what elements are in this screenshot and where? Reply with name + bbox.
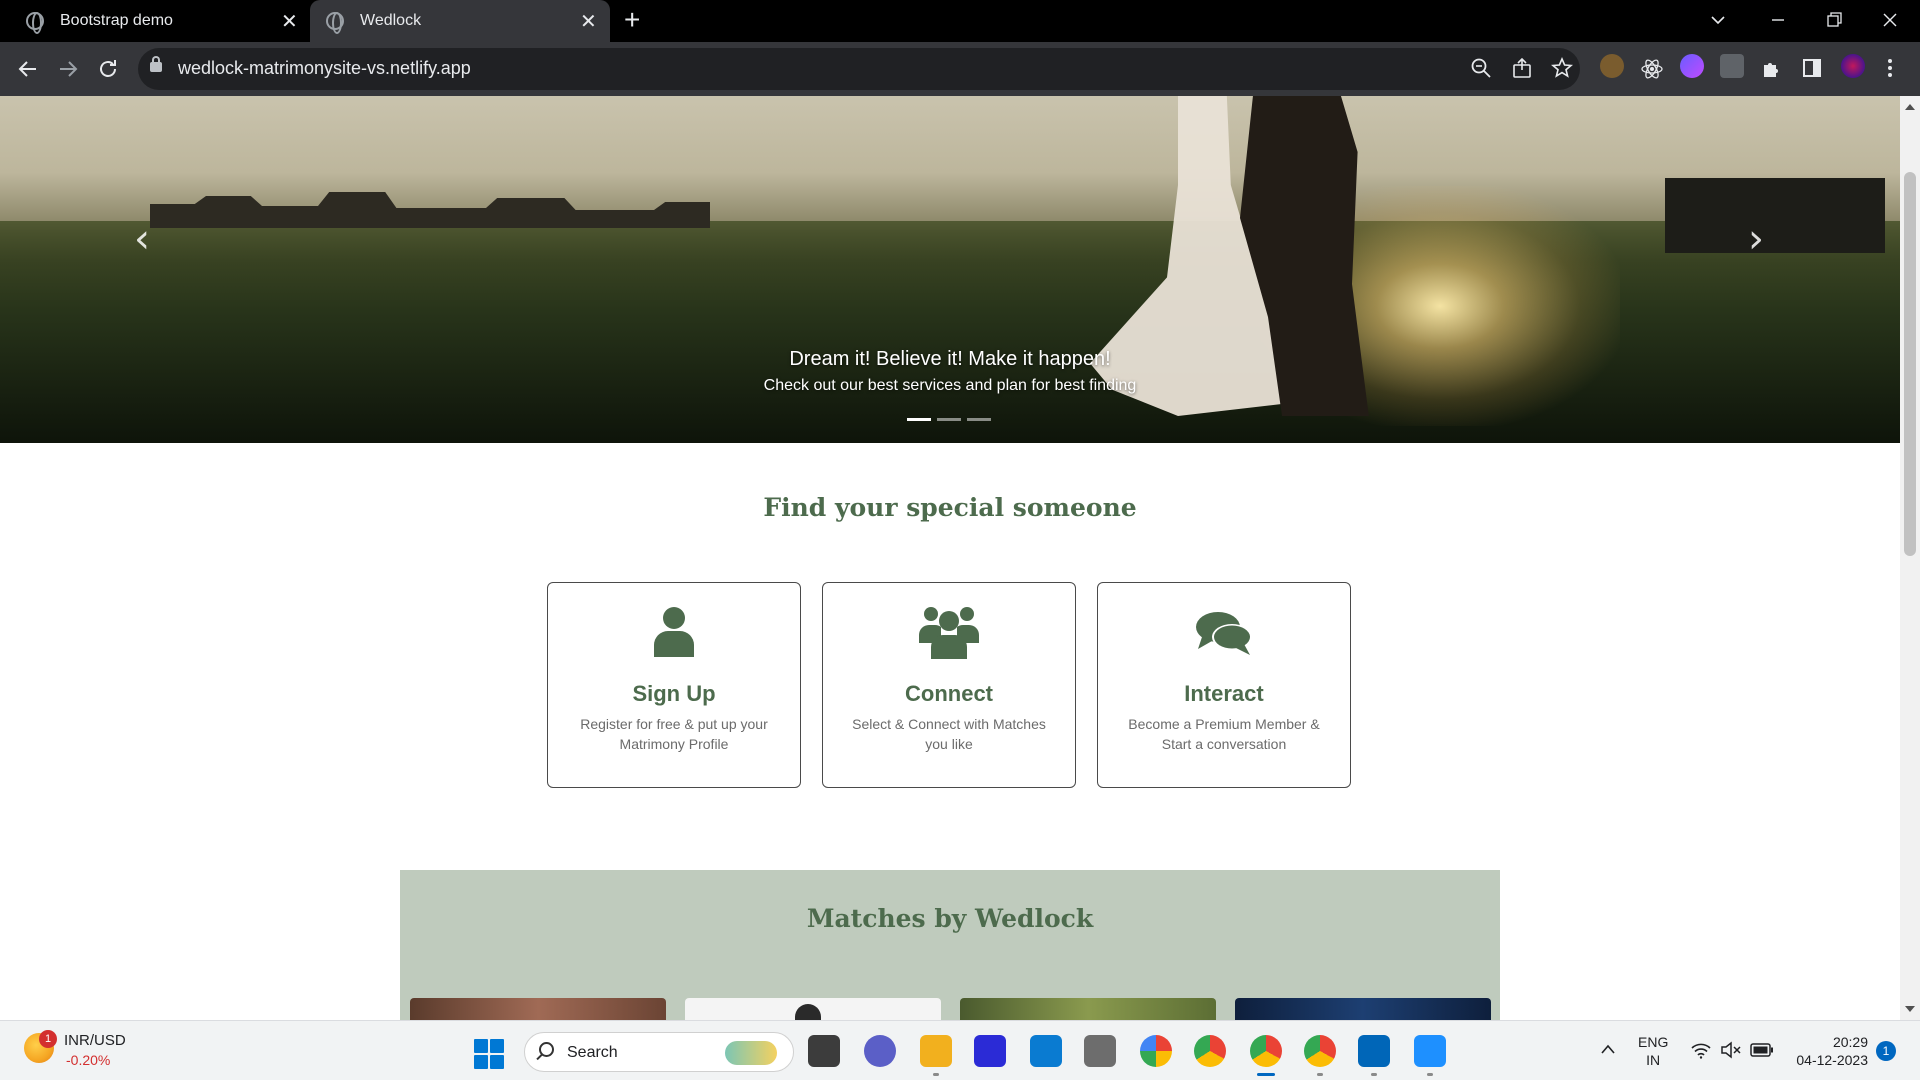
notification-badge[interactable]: 1 — [1876, 1041, 1896, 1061]
share-icon[interactable] — [1511, 57, 1533, 79]
minimize-icon[interactable] — [1770, 12, 1786, 28]
profile-avatar[interactable] — [1841, 54, 1865, 78]
match-photo[interactable] — [960, 998, 1216, 1020]
scroll-up-arrow[interactable] — [1905, 104, 1915, 110]
scrollbar-thumb[interactable] — [1904, 172, 1916, 556]
card-description: Select & Connect with Matches you like — [852, 716, 1046, 752]
extension-pen-icon[interactable] — [1720, 54, 1744, 78]
hero-houses — [150, 192, 710, 228]
photos-icon[interactable] — [1414, 1035, 1446, 1067]
carousel-indicator-3[interactable] — [967, 418, 991, 421]
back-icon[interactable] — [16, 57, 40, 81]
task-view-icon[interactable] — [808, 1035, 840, 1067]
carousel-indicators — [907, 418, 991, 421]
match-photo[interactable] — [685, 998, 941, 1020]
tab-title: Wedlock — [360, 12, 422, 29]
speaker-muted-icon[interactable] — [1720, 1041, 1742, 1059]
file-explorer-icon[interactable] — [920, 1035, 952, 1067]
match-photo[interactable] — [1235, 998, 1491, 1020]
tab-search-icon[interactable] — [1710, 12, 1726, 28]
remote-desktop-icon[interactable] — [1030, 1035, 1062, 1067]
steps-section-title: Find your special someone — [763, 493, 1137, 522]
carousel-prev-icon[interactable]: ‹ — [134, 216, 150, 262]
page-viewport: ‹ › Dream it! Believe it! Make it happen… — [0, 96, 1900, 1020]
chrome-profile-icon[interactable] — [1304, 1035, 1336, 1067]
tray-chevron-up-icon[interactable] — [1600, 1043, 1616, 1055]
search-icon — [539, 1042, 554, 1057]
hero-caption-title: Dream it! Believe it! Make it happen! — [789, 348, 1111, 370]
comments-icon — [1196, 612, 1252, 655]
matches-section-title: Matches by Wedlock — [806, 904, 1094, 933]
vscode-icon[interactable] — [1358, 1035, 1390, 1067]
windows-taskbar: 1 INR/USD -0.20% Search ENG IN 20:29 04-… — [0, 1020, 1920, 1080]
carousel-indicator-1[interactable] — [907, 418, 931, 421]
interact-card[interactable]: Interact Become a Premium Member & Start… — [1097, 582, 1351, 788]
side-panel-icon[interactable] — [1801, 57, 1823, 79]
matches-section: Matches by Wedlock — [400, 870, 1500, 1020]
match-person-silhouette — [795, 1004, 821, 1020]
new-tab-button[interactable]: + — [624, 6, 640, 34]
browser-tab-bar: Bootstrap demo ✕ Wedlock ✕ + — [0, 0, 1920, 42]
teams-chat-icon[interactable] — [864, 1035, 896, 1067]
windows-start-icon[interactable] — [474, 1039, 504, 1069]
chrome-icon[interactable] — [1194, 1035, 1226, 1067]
hero-carousel: ‹ › Dream it! Believe it! Make it happen… — [0, 96, 1900, 443]
wifi-icon[interactable] — [1690, 1041, 1712, 1059]
forward-icon[interactable] — [56, 57, 80, 81]
close-window-icon[interactable] — [1882, 12, 1898, 28]
calculator-icon[interactable] — [1084, 1035, 1116, 1067]
ticker-symbol[interactable]: INR/USD — [64, 1032, 126, 1049]
reload-icon[interactable] — [96, 57, 120, 81]
page-scrollbar[interactable] — [1900, 96, 1920, 1020]
card-description: Become a Premium Member & Start a conver… — [1128, 716, 1320, 752]
lock-icon[interactable] — [150, 56, 162, 72]
match-photo[interactable] — [410, 998, 666, 1020]
taskbar-search-label: Search — [567, 1044, 618, 1061]
search-highlight-icon — [725, 1041, 777, 1065]
google-icon[interactable] — [1140, 1035, 1172, 1067]
ticker-change: -0.20% — [66, 1052, 111, 1068]
language-indicator[interactable]: ENG IN — [1638, 1033, 1668, 1069]
card-title: Sign Up — [632, 681, 716, 706]
close-tab-icon[interactable]: ✕ — [281, 9, 298, 34]
taskbar-search[interactable]: Search — [524, 1032, 794, 1072]
tab-bootstrap-demo[interactable]: Bootstrap demo ✕ — [10, 0, 305, 42]
card-title: Connect — [905, 681, 993, 706]
globe-icon — [26, 12, 44, 34]
globe-icon — [326, 12, 344, 34]
extension-gradient-icon[interactable] — [1680, 54, 1704, 78]
zoom-icon[interactable] — [1470, 57, 1492, 79]
signup-card[interactable]: Sign Up Register for free & put up your … — [547, 582, 801, 788]
tab-wedlock[interactable]: Wedlock ✕ — [310, 0, 610, 42]
connect-card[interactable]: Connect Select & Connect with Matches yo… — [822, 582, 1076, 788]
extension-hat-icon[interactable] — [1600, 54, 1624, 78]
extensions-puzzle-icon[interactable] — [1760, 57, 1782, 79]
code-editor-app-icon[interactable] — [974, 1035, 1006, 1067]
url-text[interactable]: wedlock-matrimonysite-vs.netlify.app — [178, 58, 471, 79]
card-description: Register for free & put up your Matrimon… — [580, 716, 768, 752]
carousel-next-icon[interactable]: › — [1748, 216, 1764, 262]
restore-icon[interactable] — [1826, 12, 1842, 28]
users-icon — [919, 607, 979, 659]
widgets-badge: 1 — [39, 1030, 57, 1048]
tab-title: Bootstrap demo — [60, 12, 173, 29]
chrome-profile-icon[interactable] — [1250, 1035, 1282, 1067]
react-devtools-icon[interactable] — [1640, 57, 1664, 81]
close-tab-icon[interactable]: ✕ — [580, 9, 597, 34]
clock[interactable]: 20:29 04-12-2023 — [1790, 1033, 1868, 1069]
bookmark-star-icon[interactable] — [1551, 57, 1573, 79]
carousel-indicator-2[interactable] — [937, 418, 961, 421]
scroll-down-arrow[interactable] — [1905, 1006, 1915, 1012]
hero-caption-subtitle: Check out our best services and plan for… — [763, 377, 1137, 394]
card-title: Interact — [1184, 681, 1264, 706]
hero-building — [1665, 178, 1885, 253]
kebab-menu-icon[interactable] — [1884, 57, 1896, 79]
battery-icon[interactable] — [1750, 1043, 1774, 1057]
user-icon — [654, 607, 694, 657]
